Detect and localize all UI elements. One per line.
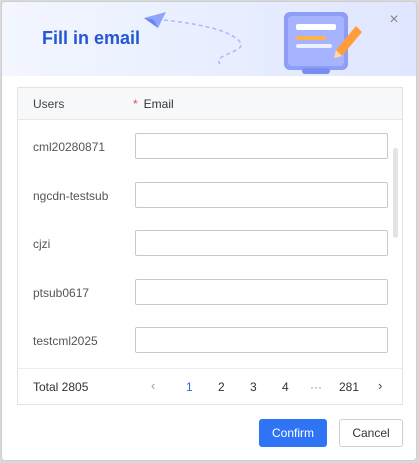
table-body: cml20280871 ngcdn-testsub cjzi ptsub0617… [18, 120, 402, 363]
email-input[interactable] [135, 133, 388, 159]
page-button-4[interactable]: 4 [282, 380, 289, 394]
users-column-header: Users [33, 97, 65, 111]
page-button-1[interactable]: 1 [186, 380, 193, 394]
user-name: ptsub0617 [33, 285, 90, 300]
table-header: Users * Email [18, 88, 402, 120]
dialog-header: Fill in email × [2, 2, 416, 76]
email-input[interactable] [135, 278, 388, 305]
table-row: cjzi [18, 217, 402, 266]
close-icon[interactable]: × [386, 12, 402, 28]
email-input[interactable] [135, 181, 388, 208]
table-row: ptsub0617 [18, 266, 402, 315]
confirm-button[interactable]: Confirm [259, 419, 327, 447]
table-row: cml20280871 [18, 120, 402, 169]
user-name: cjzi [33, 237, 51, 251]
page-button-last[interactable]: 281 [339, 380, 359, 394]
email-column-header: * Email [133, 97, 174, 111]
email-illustration-icon [284, 12, 362, 74]
required-mark: * [133, 97, 138, 111]
user-name: cml20280871 [33, 140, 106, 154]
paper-plane-icon [144, 12, 242, 65]
table-scrollbar[interactable] [393, 148, 398, 238]
page-button-2[interactable]: 2 [218, 380, 225, 394]
total-count: Total 2805 [33, 380, 89, 394]
email-input[interactable] [135, 327, 388, 353]
user-email-table: Users * Email cml20280871 ngcdn-testsub c… [17, 87, 403, 405]
table-row: ngcdn-testsub [18, 169, 402, 218]
fill-email-dialog: Fill in email × Users * Email cml20280871 [1, 1, 417, 461]
page-ellipsis[interactable]: ··· [310, 380, 322, 394]
user-name: testcml2025 [33, 334, 98, 348]
email-input[interactable] [135, 230, 388, 256]
pagination: Total 2805 ‹ 1 2 3 4 ··· 281 › [18, 368, 402, 404]
user-name: ngcdn-testsub [33, 188, 109, 203]
cancel-button[interactable]: Cancel [339, 419, 403, 447]
dialog-title: Fill in email [42, 28, 141, 48]
next-page-icon[interactable]: › [378, 378, 382, 393]
page-button-3[interactable]: 3 [250, 380, 257, 394]
table-row: testcml2025 [18, 314, 402, 363]
email-column-label: Email [143, 97, 174, 111]
prev-page-icon[interactable]: ‹ [151, 378, 155, 393]
